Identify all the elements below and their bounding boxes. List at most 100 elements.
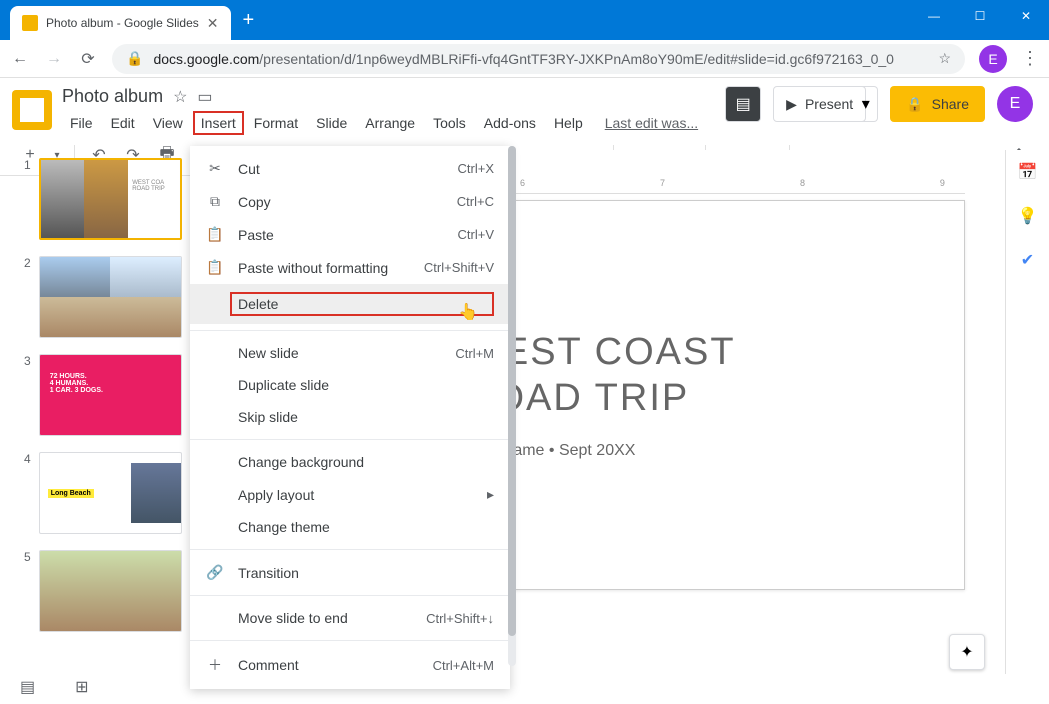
ctx-apply-layout[interactable]: Apply layout▸ [190, 478, 510, 511]
context-menu: ✂CutCtrl+X ⧉CopyCtrl+C 📋PasteCtrl+V 📋Pas… [190, 146, 510, 689]
menubar: File Edit View Insert Format Slide Arran… [62, 111, 715, 135]
separator [190, 640, 510, 641]
grid-view-button[interactable]: ⊞ [75, 677, 88, 697]
bottom-bar: ▤ ⊞ [0, 674, 1049, 700]
ctx-cut[interactable]: ✂CutCtrl+X [190, 152, 510, 185]
slide-thumbnail-4[interactable]: Long Beach [39, 452, 182, 534]
new-tab-button[interactable]: + [243, 9, 255, 32]
menu-slide[interactable]: Slide [308, 111, 355, 135]
browser-tab[interactable]: Photo album - Google Slides ✕ [10, 6, 231, 40]
lock-icon: 🔒 [906, 96, 923, 113]
menu-view[interactable]: View [145, 111, 191, 135]
menu-tools[interactable]: Tools [425, 111, 474, 135]
present-button[interactable]: ▶ Present [773, 86, 866, 122]
tab-strip: Photo album - Google Slides ✕ + [0, 0, 254, 40]
minimize-button[interactable]: — [911, 0, 957, 32]
caret-down-icon: ▾ [862, 94, 870, 114]
slide-filmstrip: 1 WEST COA ROAD TRIP 2 3 72 HOURS. 4 HUM… [0, 150, 190, 674]
menu-edit[interactable]: Edit [103, 111, 143, 135]
lock-icon: 🔒 [126, 50, 143, 67]
ctx-new-slide[interactable]: New slideCtrl+M [190, 337, 510, 369]
keep-icon[interactable]: 💡 [1016, 204, 1040, 228]
cut-icon: ✂ [206, 160, 224, 177]
filmstrip-view-button[interactable]: ▤ [20, 677, 35, 697]
copy-icon: ⧉ [206, 193, 224, 210]
separator [190, 595, 510, 596]
add-comment-icon: ＋ [206, 655, 224, 675]
separator [190, 330, 510, 331]
back-button[interactable]: ← [10, 50, 30, 68]
slide-number: 1 [24, 158, 31, 240]
slide-thumbnail-1[interactable]: WEST COA ROAD TRIP [39, 158, 182, 240]
browser-menu-icon[interactable]: ⋮ [1021, 48, 1039, 69]
window-controls: — ☐ ✕ [911, 0, 1049, 32]
star-icon[interactable]: ☆ [173, 87, 187, 107]
ctx-skip-slide[interactable]: Skip slide [190, 401, 510, 433]
ctx-move-slide-end[interactable]: Move slide to endCtrl+Shift+↓ [190, 602, 510, 634]
tab-title: Photo album - Google Slides [46, 16, 199, 30]
comments-button[interactable]: ▤ [725, 86, 761, 122]
ctx-transition[interactable]: 🔗Transition [190, 556, 510, 589]
slide-thumbnail-3[interactable]: 72 HOURS. 4 HUMANS. 1 CAR. 3 DOGS. [39, 354, 182, 436]
menu-addons[interactable]: Add-ons [476, 111, 544, 135]
paste-icon: 📋 [206, 226, 224, 243]
share-label: Share [932, 96, 969, 112]
menu-arrange[interactable]: Arrange [357, 111, 423, 135]
cursor-pointer-icon: 👆 [458, 302, 478, 322]
move-icon[interactable]: ▭ [197, 87, 212, 107]
slide-thumbnail-5[interactable] [39, 550, 182, 632]
slides-favicon [22, 15, 38, 31]
slide-number: 5 [24, 550, 31, 632]
slide-subtitle[interactable]: Your Name • Sept 20XX [465, 442, 940, 460]
document-title[interactable]: Photo album [62, 86, 163, 107]
explore-button[interactable]: ✦ [949, 634, 985, 670]
address-bar-row: ← → ⟳ 🔒 docs.google.com/presentation/d/1… [0, 40, 1049, 78]
slide-title-line2[interactable]: ROAD TRIP [465, 376, 940, 422]
slide-number: 4 [24, 452, 31, 534]
share-button[interactable]: 🔒 Share [890, 86, 985, 122]
menu-insert[interactable]: Insert [193, 111, 244, 135]
browser-profile-avatar[interactable]: E [979, 45, 1007, 73]
url-path: /presentation/d/1np6weydMBLRiFfi-vfq4Gnt… [259, 51, 894, 67]
tab-close-icon[interactable]: ✕ [207, 15, 219, 32]
present-dropdown[interactable]: ▾ [854, 86, 878, 122]
paste-plain-icon: 📋 [206, 259, 224, 276]
menu-format[interactable]: Format [246, 111, 306, 135]
slides-logo-icon[interactable] [12, 90, 52, 130]
ctx-change-theme[interactable]: Change theme [190, 511, 510, 543]
url-input[interactable]: 🔒 docs.google.com/presentation/d/1np6wey… [112, 44, 965, 74]
slide-title-line1[interactable]: WEST COAST [465, 330, 940, 376]
menu-help[interactable]: Help [546, 111, 591, 135]
account-avatar[interactable]: E [997, 86, 1033, 122]
present-icon: ▶ [786, 96, 797, 113]
separator [190, 439, 510, 440]
ctx-paste[interactable]: 📋PasteCtrl+V [190, 218, 510, 251]
ctx-paste-without-formatting[interactable]: 📋Paste without formattingCtrl+Shift+V [190, 251, 510, 284]
menu-file[interactable]: File [62, 111, 101, 135]
ctx-change-background[interactable]: Change background [190, 446, 510, 478]
scrollbar-thumb[interactable] [508, 146, 516, 636]
reload-button[interactable]: ⟳ [78, 49, 98, 69]
present-label: Present [805, 96, 853, 112]
slide-number: 2 [24, 256, 31, 338]
app-header: Photo album ☆ ▭ File Edit View Insert Fo… [0, 78, 1049, 135]
ctx-duplicate-slide[interactable]: Duplicate slide [190, 369, 510, 401]
comment-icon: ▤ [736, 94, 751, 114]
slide-number: 3 [24, 354, 31, 436]
ctx-copy[interactable]: ⧉CopyCtrl+C [190, 185, 510, 218]
transition-icon: 🔗 [206, 564, 224, 581]
window-titlebar: Photo album - Google Slides ✕ + — ☐ ✕ [0, 0, 1049, 40]
separator [190, 549, 510, 550]
submenu-arrow-icon: ▸ [487, 486, 494, 503]
bookmark-star-icon[interactable]: ☆ [938, 50, 951, 67]
last-edit-link[interactable]: Last edit was... [605, 115, 698, 131]
maximize-button[interactable]: ☐ [957, 0, 1003, 32]
forward-button[interactable]: → [44, 50, 64, 68]
ctx-comment[interactable]: ＋CommentCtrl+Alt+M [190, 647, 510, 683]
side-panel: 📅 💡 ✔ [1005, 150, 1049, 674]
calendar-icon[interactable]: 📅 [1016, 160, 1040, 184]
slide-thumbnail-2[interactable] [39, 256, 182, 338]
url-host: docs.google.com [153, 51, 259, 67]
tasks-icon[interactable]: ✔ [1016, 248, 1040, 272]
close-window-button[interactable]: ✕ [1003, 0, 1049, 32]
